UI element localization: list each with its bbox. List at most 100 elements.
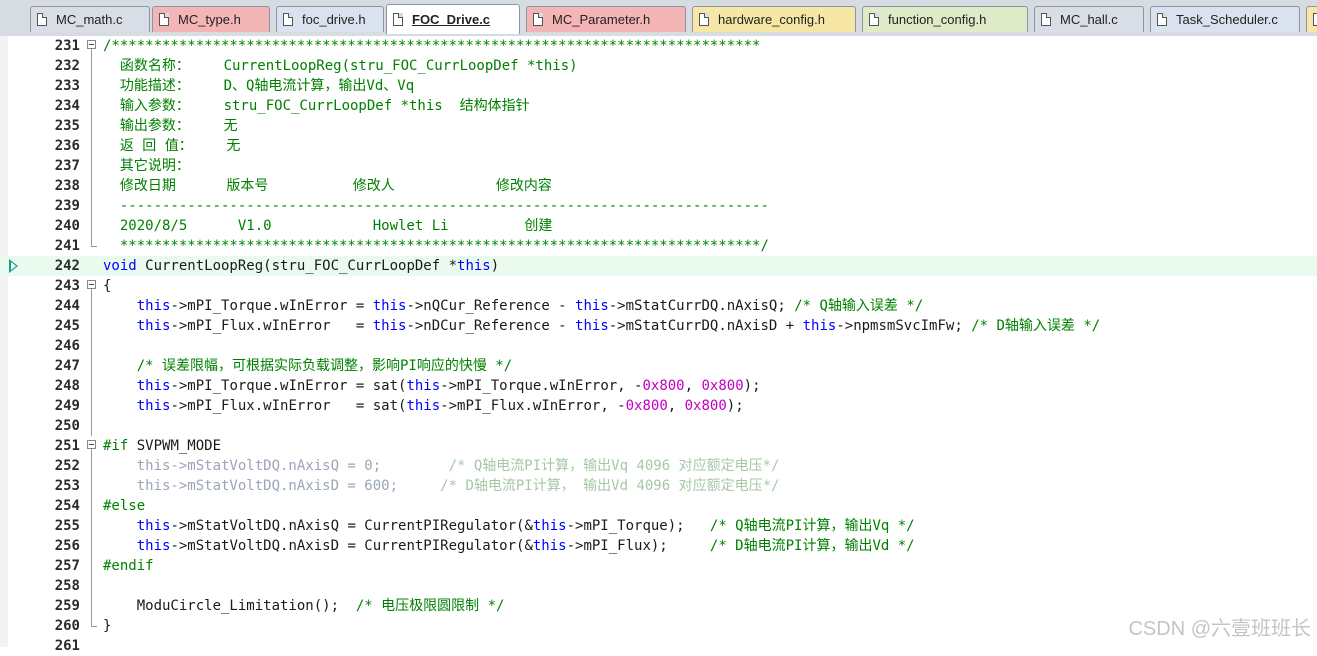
code-token: /* Q轴电流PI计算，输出Vq */ — [709, 518, 915, 534]
file-icon — [1041, 13, 1051, 26]
fold-guide — [91, 116, 92, 136]
fold-end-guide — [91, 236, 97, 247]
code-text: this->mStatVoltDQ.nAxisQ = CurrentPIRegu… — [103, 516, 915, 536]
fold-guide — [91, 76, 92, 96]
code-line[interactable]: 250 — [0, 416, 1317, 436]
code-text: 返 回 值： 无 — [103, 136, 241, 156]
code-text: void CurrentLoopReg(stru_FOC_CurrLoopDef… — [103, 256, 499, 276]
file-icon — [37, 13, 47, 26]
fold-guide — [91, 196, 92, 216]
tab-task-scheduler-c[interactable]: Task_Scheduler.c — [1150, 6, 1300, 32]
tab-foc-drive-c[interactable]: FOC_Drive.c — [386, 4, 520, 34]
code-token: 其它说明： — [103, 158, 190, 174]
code-text: 功能描述： D、Q轴电流计算，输出Vd、Vq — [103, 76, 414, 96]
code-line[interactable]: 232 函数名称： CurrentLoopReg(stru_FOC_CurrLo… — [0, 56, 1317, 76]
code-line[interactable]: 247 /* 误差限幅，可根据实际负载调整，影响PI响应的快慢 */ — [0, 356, 1317, 376]
code-text: #if SVPWM_MODE — [103, 436, 221, 456]
tab-mc-hall-c[interactable]: MC_hall.c — [1034, 6, 1144, 32]
code-line[interactable]: 235 输出参数： 无 — [0, 116, 1317, 136]
tab-label: FOC_Drive.c — [412, 12, 491, 27]
code-line[interactable]: 249 this->mPI_Flux.wInError = sat(this->… — [0, 396, 1317, 416]
code-line[interactable]: 254 #else — [0, 496, 1317, 516]
code-editor[interactable]: 231 /************************************… — [0, 36, 1317, 654]
code-text: 修改日期 版本号 修改人 修改内容 — [103, 176, 552, 196]
tab-overflow[interactable] — [1306, 6, 1317, 32]
tab-label: foc_drive.h — [302, 12, 366, 27]
code-line[interactable]: 246 — [0, 336, 1317, 356]
code-line[interactable]: 237 其它说明： — [0, 156, 1317, 176]
code-token: this — [136, 518, 171, 534]
code-text: ModuCircle_Limitation(); /* 电压极限圆限制 */ — [103, 596, 505, 616]
code-line[interactable]: 243 { — [0, 276, 1317, 296]
code-line[interactable]: 260} — [0, 616, 1317, 636]
code-token: #else — [103, 498, 146, 514]
fold-collapse-icon[interactable] — [87, 40, 96, 49]
code-token: ->mStatVoltDQ.nAxisD = CurrentPIRegulato… — [170, 538, 533, 554]
watermark: CSDN @六壹班班长 — [1128, 618, 1311, 640]
code-text: 输出参数： 无 — [103, 116, 238, 136]
code-line[interactable]: 252 this->mStatVoltDQ.nAxisQ = 0; /* Q轴电… — [0, 456, 1317, 476]
line-number: 249 — [54, 398, 80, 414]
code-line[interactable]: 253 this->mStatVoltDQ.nAxisD = 600; /* D… — [0, 476, 1317, 496]
code-line[interactable]: 251 #if SVPWM_MODE — [0, 436, 1317, 456]
file-icon — [393, 13, 403, 26]
code-token: this — [532, 538, 567, 554]
code-line[interactable]: 248 this->mPI_Torque.wInError = sat(this… — [0, 376, 1317, 396]
tab-label: MC_hall.c — [1060, 12, 1118, 27]
fold-guide — [91, 576, 92, 596]
code-token: this — [532, 518, 567, 534]
tab-hardware-config-h[interactable]: hardware_config.h — [692, 6, 856, 32]
code-line[interactable]: 239 ------------------------------------… — [0, 196, 1317, 216]
current-line-arrow-icon — [9, 259, 18, 273]
code-token: this — [136, 398, 171, 414]
code-line[interactable]: 236 返 回 值： 无 — [0, 136, 1317, 156]
code-line[interactable]: 234 输入参数： stru_FOC_CurrLoopDef *this 结构体… — [0, 96, 1317, 116]
code-token: this->mStatVoltDQ.nAxisD = 600; — [103, 478, 441, 494]
line-number: 238 — [54, 178, 80, 194]
code-token: 返 回 值： 无 — [103, 138, 241, 154]
code-text: 输入参数： stru_FOC_CurrLoopDef *this 结构体指针 — [103, 96, 530, 116]
code-token: /* D轴电流PI计算，输出Vd */ — [709, 538, 915, 554]
code-token: , — [684, 378, 702, 394]
code-line[interactable]: 233 功能描述： D、Q轴电流计算，输出Vd、Vq — [0, 76, 1317, 96]
fold-guide — [91, 416, 92, 436]
code-line[interactable]: 238 修改日期 版本号 修改人 修改内容 — [0, 176, 1317, 196]
fold-collapse-icon[interactable] — [87, 440, 96, 449]
code-token: 功能描述： D、Q轴电流计算，输出Vd、Vq — [103, 78, 415, 94]
code-token: 修改日期 版本号 修改人 修改内容 — [103, 178, 552, 194]
fold-guide — [91, 456, 92, 476]
line-number: 254 — [54, 498, 80, 514]
tab-mc-parameter-h[interactable]: MC_Parameter.h — [526, 6, 686, 32]
tab-function-config-h[interactable]: function_config.h — [862, 6, 1028, 32]
code-token: this — [372, 318, 407, 334]
line-number: 244 — [54, 298, 80, 314]
tab-mc-math-c[interactable]: MC_math.c — [30, 6, 150, 32]
code-line[interactable]: 241 ************************************… — [0, 236, 1317, 256]
code-line[interactable]: 256 this->mStatVoltDQ.nAxisD = CurrentPI… — [0, 536, 1317, 556]
code-line[interactable]: 258 — [0, 576, 1317, 596]
code-token: ->mPI_Flux); — [566, 538, 710, 554]
fold-collapse-icon[interactable] — [87, 280, 96, 289]
code-line[interactable]: 240 2020/8/5 V1.0 Howlet Li 创建 — [0, 216, 1317, 236]
code-line[interactable]: 244 this->mPI_Torque.wInError = this->nQ… — [0, 296, 1317, 316]
line-number: 245 — [54, 318, 80, 334]
code-token: ->mStatCurrDQ.nAxisD + — [608, 318, 803, 334]
tab-label: MC_type.h — [178, 12, 241, 27]
code-line[interactable]: 245 this->mPI_Flux.wInError = this->nDCu… — [0, 316, 1317, 336]
code-line[interactable]: 257 #endif — [0, 556, 1317, 576]
code-text: } — [103, 616, 111, 636]
code-token: #endif — [103, 558, 154, 574]
code-token: this — [136, 378, 171, 394]
code-line[interactable]: 231 /************************************… — [0, 36, 1317, 56]
line-number: 232 — [54, 58, 80, 74]
code-line[interactable]: 242 void CurrentLoopReg(stru_FOC_CurrLoop… — [0, 256, 1317, 276]
tab-mc-type-h[interactable]: MC_type.h — [152, 6, 270, 32]
fold-guide — [91, 496, 92, 516]
tab-foc-drive-h[interactable]: foc_drive.h — [276, 6, 384, 32]
code-line[interactable]: 255 this->mStatVoltDQ.nAxisQ = CurrentPI… — [0, 516, 1317, 536]
code-line[interactable]: 261 — [0, 636, 1317, 656]
code-token: ****************************************… — [103, 238, 769, 254]
code-line[interactable]: 259 ModuCircle_Limitation(); /* 电压极限圆限制 … — [0, 596, 1317, 616]
code-token: SVPWM_MODE — [128, 438, 222, 454]
fold-guide — [91, 296, 92, 316]
